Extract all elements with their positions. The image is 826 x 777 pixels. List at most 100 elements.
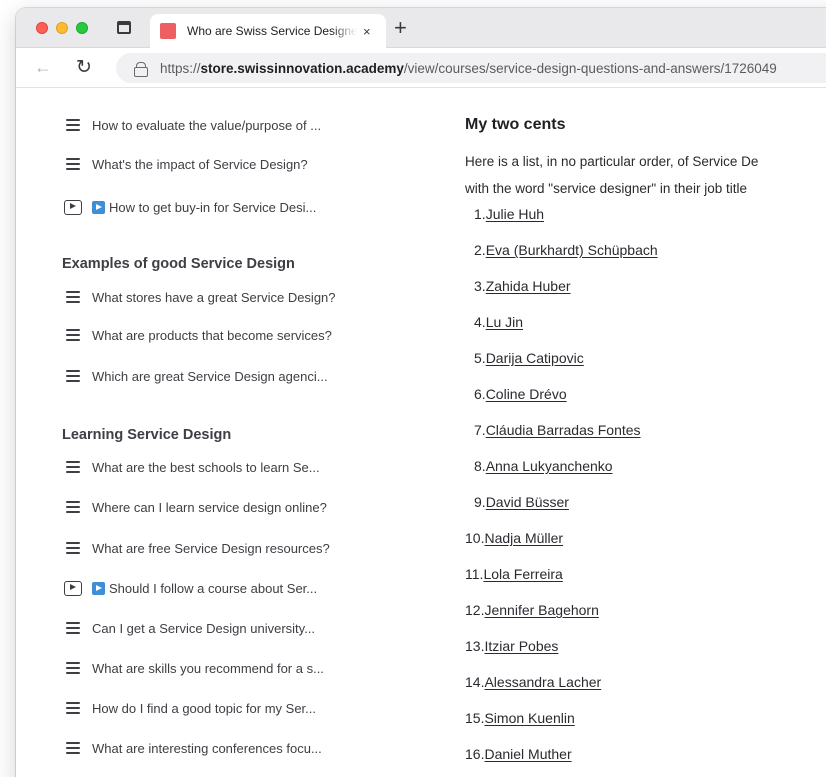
lesson-item[interactable]: Should I follow a course about Ser...	[62, 576, 317, 600]
url-text[interactable]: https://store.swissinnovation.academy/vi…	[160, 61, 777, 76]
intro-text-line-1: Here is a list, in no particular order, …	[465, 154, 759, 169]
lesson-label: What are skills you recommend for a s...	[92, 660, 324, 676]
person-link[interactable]: Anna Lukyanchenko	[486, 458, 613, 474]
lesson-item[interactable]: What are interesting conferences focu...	[62, 736, 322, 760]
list-number: 12.	[465, 602, 485, 618]
person-link[interactable]: Alessandra Lacher	[484, 674, 601, 690]
list-number: 6.	[474, 386, 486, 402]
person-link[interactable]: Daniel Muther	[484, 746, 571, 762]
list-number: 2.	[474, 242, 486, 258]
minimize-window-button[interactable]	[56, 22, 68, 34]
lesson-item[interactable]: What are skills you recommend for a s...	[62, 656, 324, 680]
lesson-label: Which are great Service Design agenci...	[92, 368, 328, 384]
person-list-item: 11. Lola Ferreira	[465, 566, 563, 582]
person-link[interactable]: Lola Ferreira	[483, 566, 562, 582]
lesson-label: What are free Service Design resources?	[92, 540, 330, 556]
lesson-label: What stores have a great Service Design?	[92, 289, 336, 305]
person-list-item: 15. Simon Kuenlin	[465, 710, 575, 726]
intro-text-line-2: with the word "service designer" in thei…	[465, 181, 747, 196]
play-button-icon	[92, 200, 105, 214]
lesson-label: How do I find a good topic for my Ser...	[92, 700, 317, 716]
person-link[interactable]: Coline Drévo	[486, 386, 567, 402]
person-list-item: 9. David Büsser	[474, 494, 569, 510]
lesson-label: How to get buy-in for Service Desi...	[109, 199, 317, 215]
lesson-label: Can I get a Service Design university...	[92, 620, 316, 636]
person-link[interactable]: Simon Kuenlin	[484, 710, 574, 726]
course-sidebar: How to evaluate the value/purpose of ...…	[16, 89, 436, 777]
person-list-item: 4. Lu Jin	[474, 314, 523, 330]
lesson-label: Should I follow a course about Ser...	[109, 580, 318, 596]
lesson-label: What are products that become services?	[92, 327, 332, 343]
person-link[interactable]: Darija Catipovic	[486, 350, 584, 366]
person-list-item: 8. Anna Lukyanchenko	[474, 458, 613, 474]
lesson-heading: My two cents	[465, 116, 566, 133]
reload-icon[interactable]: ↻	[76, 56, 92, 79]
lesson-item[interactable]: Where can I learn service design online?	[62, 495, 327, 519]
tab-bar: Who are Swiss Service Designers × +	[16, 8, 826, 48]
video-lesson-icon	[62, 199, 92, 215]
person-link[interactable]: David Büsser	[486, 494, 569, 510]
person-list-item: 3. Zahida Huber	[474, 278, 571, 294]
new-tab-button[interactable]: +	[394, 15, 407, 41]
browser-window: Who are Swiss Service Designers × + ← ↻ …	[16, 8, 826, 777]
person-link[interactable]: Eva (Burkhardt) Schüpbach	[486, 242, 658, 258]
section-title: Learning Service Design	[62, 427, 232, 443]
person-list-item: 16. Daniel Muther	[465, 746, 572, 762]
person-list-item: 10. Nadja Müller	[465, 530, 563, 546]
person-list-item: 7. Cláudia Barradas Fontes	[474, 422, 641, 438]
person-link[interactable]: Jennifer Bagehorn	[484, 602, 598, 618]
favicon-icon	[160, 23, 176, 39]
text-lesson-icon	[62, 501, 92, 513]
list-number: 14.	[465, 674, 485, 690]
lesson-item[interactable]: How to get buy-in for Service Desi...	[62, 195, 316, 219]
text-lesson-icon	[62, 742, 92, 754]
person-list-item: 5. Darija Catipovic	[474, 350, 584, 366]
browser-toolbar: ← ↻ https://store.swissinnovation.academ…	[16, 48, 826, 88]
back-arrow-icon[interactable]: ←	[34, 57, 52, 78]
text-lesson-icon	[62, 702, 92, 714]
person-link[interactable]: Nadja Müller	[484, 530, 563, 546]
list-number: 5.	[474, 350, 486, 366]
list-number: 16.	[465, 746, 485, 762]
person-list-item: 1. Julie Huh	[474, 206, 544, 222]
list-number: 4.	[474, 314, 486, 330]
text-lesson-icon	[62, 291, 92, 303]
lesson-item[interactable]: What's the impact of Service Design?	[62, 152, 308, 176]
lesson-label: How to evaluate the value/purpose of ...	[92, 117, 322, 133]
person-list-item: 6. Coline Drévo	[474, 386, 567, 402]
list-number: 9.	[474, 494, 486, 510]
person-link[interactable]: Itziar Pobes	[484, 638, 558, 654]
lesson-label: What are interesting conferences focu...	[92, 740, 322, 756]
tab-title: Who are Swiss Service Designers	[187, 24, 357, 38]
person-link[interactable]: Cláudia Barradas Fontes	[486, 422, 641, 438]
text-lesson-icon	[62, 622, 92, 634]
text-lesson-icon	[62, 370, 92, 382]
address-bar[interactable]: https://store.swissinnovation.academy/vi…	[116, 53, 826, 83]
person-link[interactable]: Lu Jin	[486, 314, 523, 330]
section-title: Examples of good Service Design	[62, 256, 295, 272]
lesson-item[interactable]: Can I get a Service Design university...	[62, 616, 315, 640]
list-number: 10.	[465, 530, 485, 546]
person-list-item: 14. Alessandra Lacher	[465, 674, 601, 690]
tab-close-icon[interactable]: ×	[363, 24, 371, 39]
lesson-item[interactable]: How to evaluate the value/purpose of ...	[62, 113, 321, 137]
text-lesson-icon	[62, 662, 92, 674]
lesson-label: What are the best schools to learn Se...	[92, 459, 320, 475]
list-number: 11.	[465, 566, 484, 582]
list-number: 3.	[474, 278, 486, 294]
person-list-item: 12. Jennifer Bagehorn	[465, 602, 599, 618]
lesson-item[interactable]: Which are great Service Design agenci...	[62, 364, 328, 388]
lesson-label: What's the impact of Service Design?	[92, 156, 308, 172]
lesson-item[interactable]: What are free Service Design resources?	[62, 536, 330, 560]
tab-overview-icon[interactable]	[117, 21, 131, 34]
lesson-item[interactable]: How do I find a good topic for my Ser...	[62, 696, 316, 720]
lesson-item[interactable]: What are the best schools to learn Se...	[62, 455, 320, 479]
active-tab[interactable]: Who are Swiss Service Designers ×	[150, 14, 386, 48]
lesson-item[interactable]: What are products that become services?	[62, 323, 332, 347]
page-content: How to evaluate the value/purpose of ...…	[16, 89, 826, 777]
zoom-window-button[interactable]	[76, 22, 88, 34]
person-link[interactable]: Julie Huh	[486, 206, 544, 222]
lesson-item[interactable]: What stores have a great Service Design?	[62, 285, 336, 309]
person-link[interactable]: Zahida Huber	[486, 278, 571, 294]
close-window-button[interactable]	[36, 22, 48, 34]
